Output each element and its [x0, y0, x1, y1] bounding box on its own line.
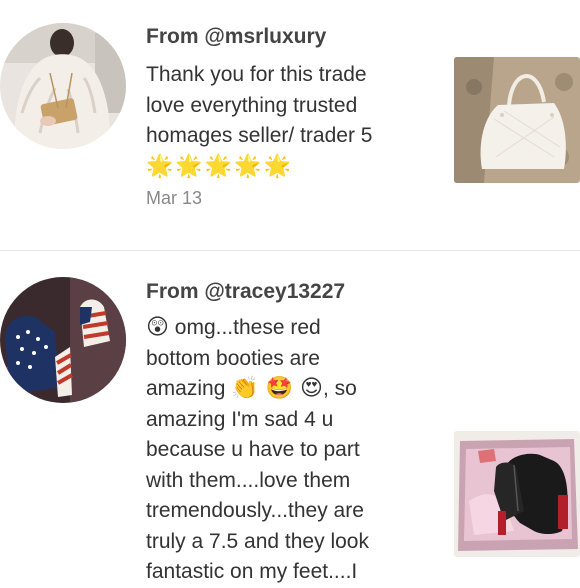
comment-line: 😲 omg...these red — [146, 313, 436, 344]
white-handbag-photo-icon — [454, 57, 580, 183]
review-date: Mar 13 — [146, 188, 203, 208]
reviews-feed: From @msrluxury Thank you for this trade… — [0, 0, 580, 583]
comment-text: , so — [322, 377, 357, 400]
comment-line: amazing I'm sad 4 u — [146, 407, 334, 431]
reviewer-handle[interactable]: From @tracey13227 — [146, 280, 345, 304]
review-comment: Thank you for this trade love everything… — [146, 60, 446, 182]
review-card: From @tracey13227 😲 omg...these red bott… — [0, 251, 580, 583]
review-card: From @msrluxury Thank you for this trade… — [0, 0, 580, 250]
comment-text: amazing — [146, 377, 232, 400]
star-rating-emojis: 🌟🌟🌟🌟🌟 — [146, 153, 293, 179]
avatar-photo-flag-heels-icon — [0, 277, 126, 403]
listing-thumbnail[interactable] — [454, 57, 580, 183]
avatar-photo-fur-coat-icon — [0, 23, 126, 149]
comment-line: truly a 7.5 and they look — [146, 529, 369, 553]
comment-line: bottom booties are — [146, 346, 320, 370]
comment-line: Thank you for this trade — [146, 63, 367, 86]
reviewer-avatar[interactable] — [0, 277, 126, 403]
review-comment: 😲 omg...these red bottom booties are ama… — [146, 313, 436, 588]
comment-line: amazing 👏 🤩 😍, so — [146, 374, 436, 405]
astonished-face-emoji: 😲 — [146, 315, 169, 340]
comment-line: love everything trusted — [146, 93, 358, 117]
comment-text: omg...these red — [168, 316, 321, 339]
comment-line: homages seller/ trader 5 — [146, 124, 373, 147]
reviewer-avatar[interactable] — [0, 23, 126, 149]
listing-thumbnail[interactable] — [454, 431, 580, 557]
reviewer-handle[interactable]: From @msrluxury — [146, 25, 326, 49]
comment-line: tremendously...they are — [146, 499, 364, 522]
black-booties-in-box-photo-icon — [454, 431, 580, 557]
clap-starstruck-heart-eyes-emojis: 👏 🤩 😍 — [231, 376, 323, 401]
comment-line: fantastic on my feet....I — [146, 560, 358, 583]
comment-line: because u have to part — [146, 438, 360, 461]
comment-line: with them....love them — [146, 468, 351, 492]
